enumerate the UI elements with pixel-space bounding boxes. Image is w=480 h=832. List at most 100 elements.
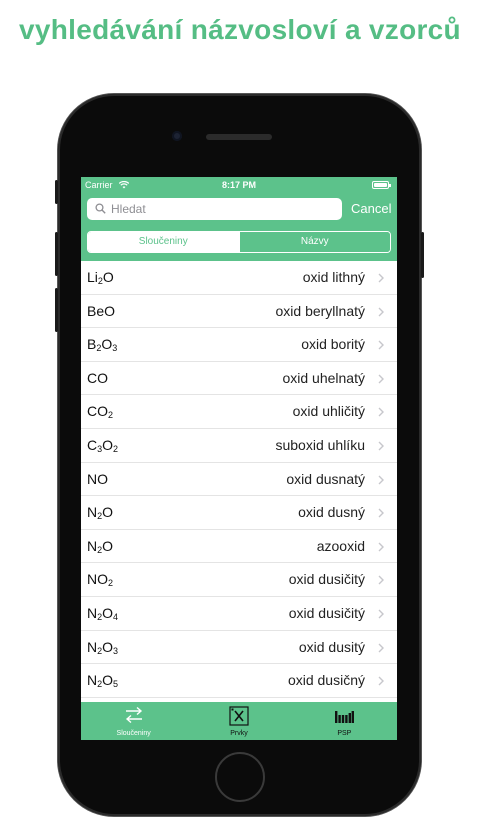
search-input[interactable] xyxy=(111,200,331,218)
compound-formula: N2O xyxy=(87,530,113,563)
swap-arrows-icon xyxy=(125,706,142,724)
formula-symbol: C xyxy=(87,436,98,453)
formula-symbol: B xyxy=(87,336,97,353)
periodic-table-icon xyxy=(335,711,355,723)
table-row[interactable]: N2O3 oxid dusitý xyxy=(81,631,397,665)
compound-formula: C3O2 xyxy=(87,429,118,462)
table-row[interactable]: NO oxid dusnatý xyxy=(81,463,397,497)
power-button xyxy=(421,232,424,278)
formula-symbol: N xyxy=(87,672,98,689)
formula-symbol: Li xyxy=(87,269,98,285)
compound-name: suboxid uhlíku xyxy=(275,436,365,453)
compound-name: oxid dusitý xyxy=(298,638,365,655)
top-bar: Carrier 8:17 PM Cancel Sloučeniny Názvy xyxy=(81,177,397,261)
formula-subscript: 3 xyxy=(112,343,118,354)
formula-symbol: O xyxy=(102,436,114,453)
table-row[interactable]: Li2O oxid lithný xyxy=(81,261,397,295)
formula-subscript: 2 xyxy=(108,578,114,589)
tab-label: PSP xyxy=(337,730,352,737)
volume-down-button xyxy=(55,288,58,332)
compound-name: oxid lithný xyxy=(302,269,365,285)
chevron-right-icon xyxy=(378,609,384,619)
chevron-right-icon xyxy=(378,307,384,317)
chevron-right-icon xyxy=(378,676,384,686)
segment-compounds[interactable]: Sloučeniny xyxy=(88,232,239,252)
search-field[interactable] xyxy=(87,198,342,220)
compound-name: oxid dusnatý xyxy=(286,470,365,487)
volume-up-button xyxy=(55,232,58,276)
compound-name: oxid boritý xyxy=(301,336,365,353)
element-box-icon xyxy=(229,706,249,726)
chevron-right-icon xyxy=(378,508,384,518)
table-row[interactable]: CO oxid uhelnatý xyxy=(81,362,397,396)
table-row[interactable]: N2O oxid dusný xyxy=(81,496,397,530)
compound-name: azooxid xyxy=(316,537,365,554)
battery-icon xyxy=(372,181,391,189)
compound-formula: Li2O xyxy=(87,261,114,294)
compound-name: oxid dusný xyxy=(298,504,365,521)
formula-subscript: 4 xyxy=(113,611,119,622)
formula-symbol: O xyxy=(101,336,113,353)
formula-symbol: O xyxy=(102,672,114,689)
formula-symbol: BeO xyxy=(87,302,116,319)
formula-symbol: CO xyxy=(87,403,108,420)
segment-names[interactable]: Názvy xyxy=(238,232,390,252)
compound-formula: CO2 xyxy=(87,395,113,428)
formula-subscript: 2 xyxy=(108,410,114,421)
tab-periodic-table[interactable]: PSP xyxy=(292,702,397,740)
chevron-right-icon xyxy=(378,407,384,417)
tab-compounds[interactable]: Sloučeniny xyxy=(81,702,186,740)
table-row[interactable]: B2O3 oxid boritý xyxy=(81,328,397,362)
compound-formula: N2O5 xyxy=(87,664,118,697)
chevron-right-icon xyxy=(378,273,384,283)
compound-name: oxid dusičný xyxy=(287,672,365,689)
formula-symbol: O xyxy=(102,604,114,621)
formula-subscript: 2 xyxy=(113,443,119,454)
formula-symbol: N xyxy=(87,537,98,554)
earpiece-speaker xyxy=(206,134,272,140)
formula-symbol: N xyxy=(87,504,98,521)
compound-formula: NO xyxy=(87,463,108,496)
table-row[interactable]: C3O2 suboxid uhlíku xyxy=(81,429,397,463)
promo-headline: vyhledávání názvosloví a vzorců xyxy=(19,14,461,45)
compound-name: oxid dusičitý xyxy=(288,571,365,588)
formula-symbol: NO xyxy=(87,571,108,588)
segmented-control: Sloučeniny Názvy xyxy=(87,231,391,253)
chevron-right-icon xyxy=(378,475,384,485)
search-icon xyxy=(95,203,106,214)
table-row[interactable]: N2O5 oxid dusičný xyxy=(81,664,397,698)
tab-label: Sloučeniny xyxy=(116,730,151,737)
tab-bar: Sloučeniny Prvky PSP xyxy=(81,702,397,740)
chevron-right-icon xyxy=(378,340,384,350)
tab-elements[interactable]: Prvky xyxy=(186,702,291,740)
home-button[interactable] xyxy=(215,752,265,802)
table-row[interactable]: NO2 oxid dusičitý xyxy=(81,563,397,597)
status-bar: Carrier 8:17 PM xyxy=(81,177,397,193)
compound-list: Li2O oxid lithný BeO oxid beryllnatý B2O3 oxi… xyxy=(81,261,397,698)
chevron-right-icon xyxy=(378,542,384,552)
formula-symbol: O xyxy=(102,537,114,554)
table-row[interactable]: CO2 oxid uhličitý xyxy=(81,395,397,429)
compound-name: oxid dusičitý xyxy=(288,604,365,621)
formula-subscript: 5 xyxy=(113,679,119,690)
formula-symbol: N xyxy=(87,604,98,621)
table-row[interactable]: N2O4 oxid dusičitý xyxy=(81,597,397,631)
app-screen: Carrier 8:17 PM Cancel Sloučeniny Názvy … xyxy=(81,177,397,740)
table-row[interactable]: N2O azooxid xyxy=(81,530,397,564)
compound-formula: N2O3 xyxy=(87,631,118,664)
chevron-right-icon xyxy=(378,643,384,653)
tab-label: Prvky xyxy=(230,730,248,737)
compound-name: oxid uhličitý xyxy=(292,403,365,420)
formula-symbol: N xyxy=(87,638,98,655)
chevron-right-icon xyxy=(378,441,384,451)
compound-name: oxid beryllnatý xyxy=(275,302,366,319)
formula-symbol: O xyxy=(102,269,114,285)
compound-formula: BeO xyxy=(87,295,115,328)
formula-subscript: 3 xyxy=(113,645,119,656)
cancel-button[interactable]: Cancel xyxy=(351,199,391,219)
chevron-right-icon xyxy=(378,575,384,585)
compound-formula: N2O4 xyxy=(87,597,118,630)
table-row[interactable]: BeO oxid beryllnatý xyxy=(81,295,397,329)
formula-symbol: O xyxy=(102,638,114,655)
compound-name: oxid uhelnatý xyxy=(282,369,365,386)
